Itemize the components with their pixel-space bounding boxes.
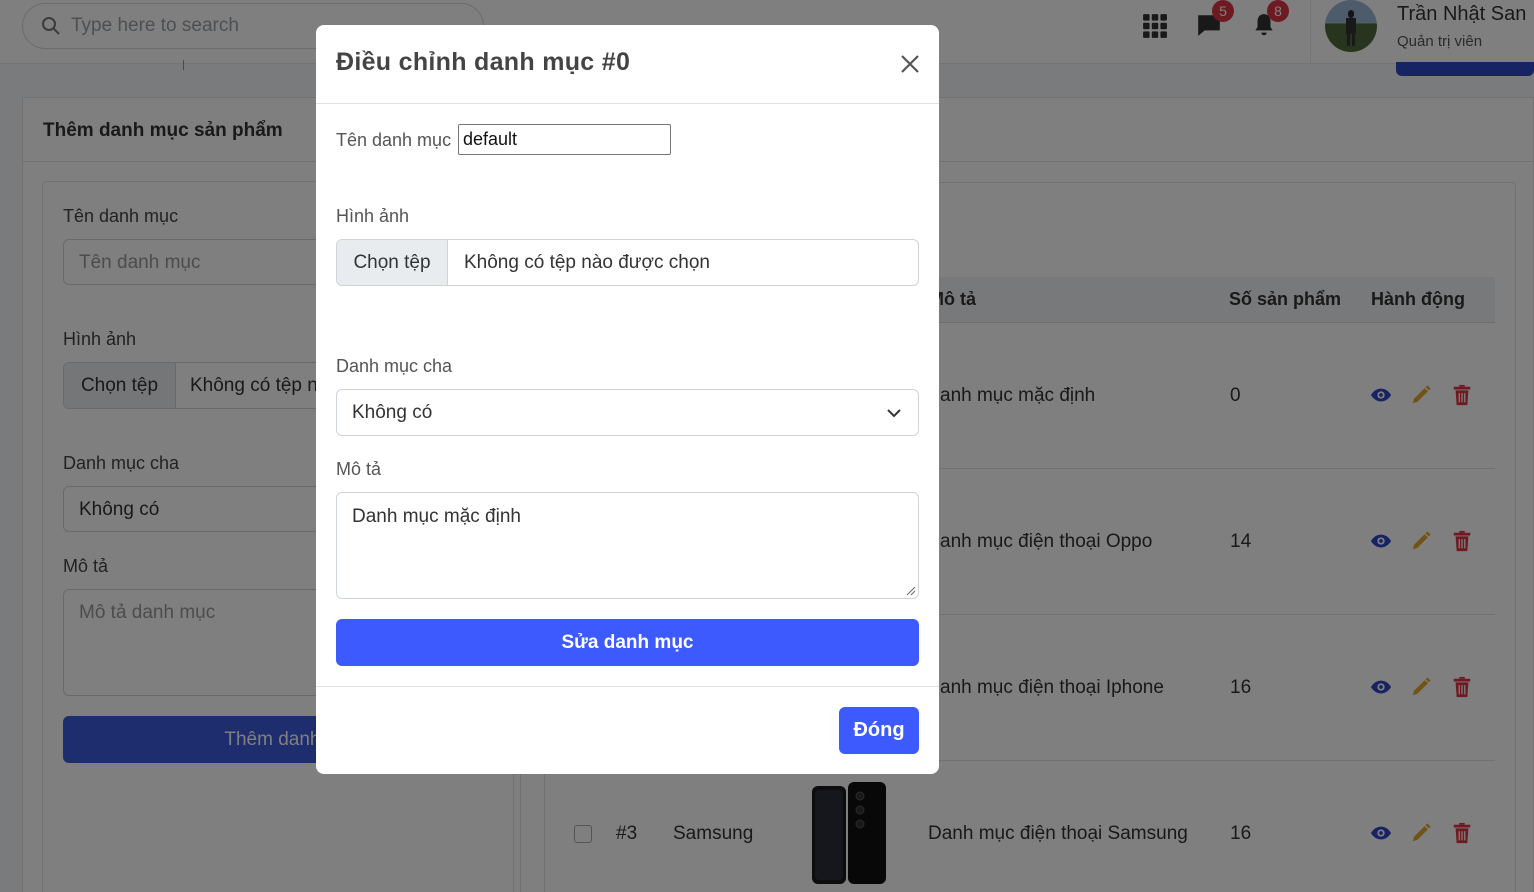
name-input[interactable]: [458, 124, 671, 155]
description-textarea[interactable]: Danh mục mặc định: [336, 492, 919, 599]
file-status: Không có tệp nào được chọn: [464, 251, 710, 273]
name-label: Tên danh mục: [336, 130, 452, 150]
image-label: Hình ảnh: [336, 206, 410, 226]
close-icon: [901, 55, 919, 73]
description-label: Mô tả: [336, 459, 382, 479]
divider: [316, 686, 939, 687]
modal-title: Điều chỉnh danh mục #0: [336, 48, 631, 76]
close-button[interactable]: Đóng: [839, 707, 919, 754]
parent-select[interactable]: Không có: [336, 389, 919, 436]
description-value: Danh mục mặc định: [352, 506, 521, 527]
chevron-down-icon: [887, 409, 901, 418]
modal-close-button[interactable]: [896, 50, 924, 78]
parent-label: Danh mục cha: [336, 356, 453, 376]
parent-select-value: Không có: [352, 402, 433, 423]
update-category-button[interactable]: Sửa danh mục: [336, 619, 919, 666]
file-input[interactable]: Chọn tệp Không có tệp nào được chọn: [336, 239, 919, 286]
resize-handle-icon[interactable]: [905, 585, 916, 596]
file-choose-button[interactable]: Chọn tệp: [337, 240, 448, 285]
edit-category-modal: Điều chỉnh danh mục #0 Tên danh mục Hình…: [316, 25, 939, 774]
divider: [316, 103, 939, 104]
